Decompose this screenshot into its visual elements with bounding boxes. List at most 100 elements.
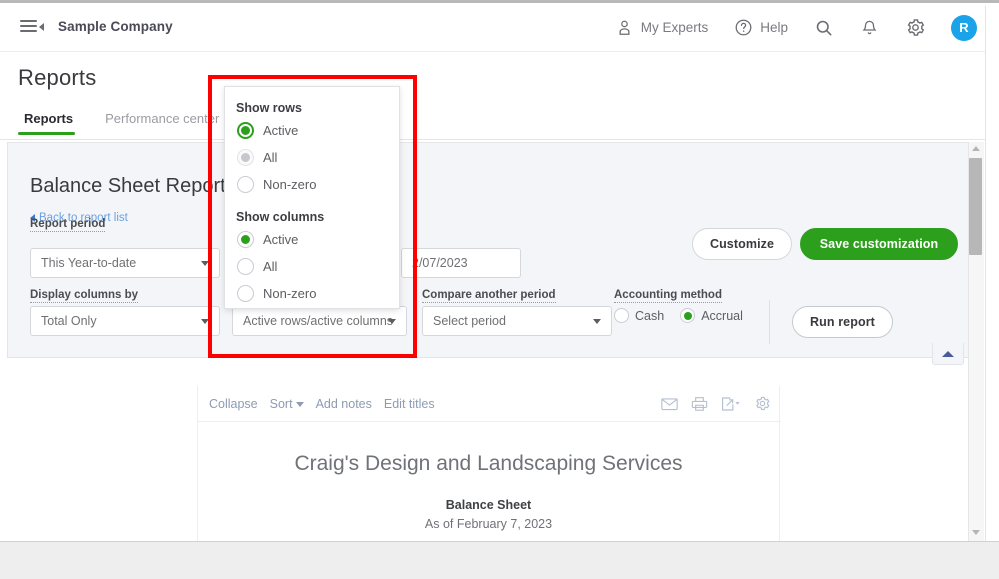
question-circle-icon — [734, 18, 753, 37]
tab-performance-center-label: Performance center — [105, 111, 220, 126]
report-period-select[interactable]: This Year-to-date — [30, 248, 220, 278]
add-notes-link-label: Add notes — [315, 396, 372, 411]
collapse-link[interactable]: Collapse — [209, 397, 258, 411]
show-columns-nonzero-option[interactable]: Non-zero — [225, 280, 399, 307]
accounting-method-accrual-label: Accrual — [701, 308, 743, 323]
chevron-down-icon — [593, 318, 601, 324]
show-columns-all-option[interactable]: All — [225, 253, 399, 280]
show-columns-nonzero-label: Non-zero — [263, 286, 317, 301]
run-report-button[interactable]: Run report — [792, 306, 893, 338]
hamburger-bar — [20, 30, 37, 32]
my-experts-label: My Experts — [640, 20, 709, 35]
show-rows-nonzero-option[interactable]: Non-zero — [225, 171, 399, 198]
show-columns-heading: Show columns — [236, 210, 325, 224]
report-period-label: Report period — [30, 218, 106, 232]
radio-circle-icon — [237, 285, 254, 302]
report-name: Balance Sheet — [445, 498, 532, 512]
radio-circle-icon — [237, 258, 254, 275]
show-columns-active-option[interactable]: Active — [225, 226, 399, 253]
customize-button[interactable]: Customize — [692, 228, 792, 260]
accounting-method-radio-group: Cash Accrual — [614, 308, 751, 323]
help-button[interactable]: Help — [721, 3, 801, 52]
printer-icon[interactable] — [691, 396, 708, 412]
accounting-method-accrual-radio[interactable]: Accrual — [680, 308, 743, 323]
accounting-method-cash-radio[interactable]: Cash — [614, 308, 664, 323]
bell-icon — [860, 18, 879, 37]
rows-columns-value: Active rows/active columns — [243, 314, 394, 328]
company-name: Sample Company — [58, 19, 173, 34]
edit-titles-link[interactable]: Edit titles — [384, 397, 435, 411]
menu-collapse-icon[interactable] — [20, 17, 44, 37]
notifications-button[interactable] — [847, 3, 892, 52]
search-button[interactable] — [801, 3, 847, 52]
scroll-up-arrow-icon[interactable] — [972, 146, 980, 151]
page-frame: Sample Company My Experts Help R Reports… — [0, 3, 999, 541]
envelope-icon[interactable] — [661, 397, 678, 411]
report-date-value: 2/07/2023 — [412, 256, 468, 270]
show-rows-nonzero-label: Non-zero — [263, 177, 317, 192]
tab-performance-center[interactable]: Performance center — [89, 111, 235, 135]
run-report-label: Run report — [810, 315, 875, 329]
radio-circle-icon — [614, 308, 629, 323]
display-columns-value: Total Only — [41, 314, 97, 328]
sort-link[interactable]: Sort — [270, 397, 304, 411]
compare-period-select[interactable]: Select period — [422, 306, 612, 336]
gear-icon — [905, 17, 926, 38]
compare-period-value: Select period — [433, 314, 506, 328]
app-header: Sample Company My Experts Help R — [0, 3, 999, 52]
sort-link-label: Sort — [269, 396, 293, 411]
radio-dot-icon — [683, 311, 692, 320]
person-badge-icon — [615, 18, 634, 37]
tab-reports-label: Reports — [24, 111, 74, 126]
chevron-up-icon — [942, 350, 954, 357]
report-title: Balance Sheet Report — [30, 175, 226, 197]
add-notes-link[interactable]: Add notes — [316, 397, 372, 411]
page-title: Reports — [18, 65, 97, 90]
show-rows-active-label: Active — [263, 123, 299, 138]
chevron-down-icon — [201, 318, 209, 324]
show-rows-all-label: All — [263, 150, 278, 165]
report-period-value: This Year-to-date — [41, 256, 137, 270]
radio-circle-icon — [237, 231, 254, 248]
scroll-thumb[interactable] — [969, 158, 982, 255]
show-rows-heading: Show rows — [236, 101, 302, 115]
display-columns-by-label: Display columns by — [30, 289, 139, 303]
report-as-of-date: As of February 7, 2023 — [424, 517, 553, 531]
report-date-input[interactable]: 2/07/2023 — [401, 248, 521, 278]
report-toolbar: Collapse Sort Add notes Edit titles — [198, 386, 781, 422]
show-rows-all-option[interactable]: All — [225, 144, 399, 171]
avatar[interactable]: R — [951, 14, 977, 41]
report-toolbar-icons — [661, 395, 771, 412]
chevron-down-icon — [201, 260, 209, 266]
radio-circle-icon — [237, 149, 254, 166]
show-rows-active-option[interactable]: Active — [225, 117, 399, 144]
radio-dot-icon — [241, 126, 250, 135]
hamburger-bar — [20, 25, 37, 27]
rows-columns-select[interactable]: Active rows/active columns — [232, 306, 407, 336]
hamburger-bar — [20, 20, 37, 22]
export-icon[interactable] — [721, 396, 741, 412]
save-customization-label: Save customization — [819, 237, 939, 251]
my-experts-button[interactable]: My Experts — [602, 3, 722, 52]
radio-dot-icon — [241, 235, 250, 244]
accounting-method-cash-label: Cash — [635, 308, 665, 323]
tab-reports[interactable]: Reports — [18, 111, 89, 135]
report-body: Collapse Sort Add notes Edit titles Crai… — [197, 386, 781, 541]
chevron-down-icon — [388, 318, 396, 324]
page-right-gutter — [985, 6, 999, 541]
controls-divider — [769, 300, 770, 344]
customize-label: Customize — [709, 237, 775, 251]
chevron-down-icon — [295, 402, 304, 407]
search-icon — [814, 18, 834, 38]
collapse-link-label: Collapse — [209, 396, 258, 411]
scroll-down-arrow-icon[interactable] — [972, 530, 980, 535]
accounting-method-label: Accounting method — [614, 289, 722, 303]
gear-icon[interactable] — [754, 395, 771, 412]
save-customization-button[interactable]: Save customization — [800, 228, 958, 260]
settings-button[interactable] — [892, 3, 939, 52]
collapse-panel-button[interactable] — [932, 343, 964, 365]
edit-titles-link-label: Edit titles — [383, 396, 435, 411]
report-company-name: Craig's Design and Landscaping Services — [294, 452, 683, 475]
display-columns-select[interactable]: Total Only — [30, 306, 220, 336]
rows-columns-popover: Show rows Active All Non-zero Show colum… — [224, 86, 400, 309]
